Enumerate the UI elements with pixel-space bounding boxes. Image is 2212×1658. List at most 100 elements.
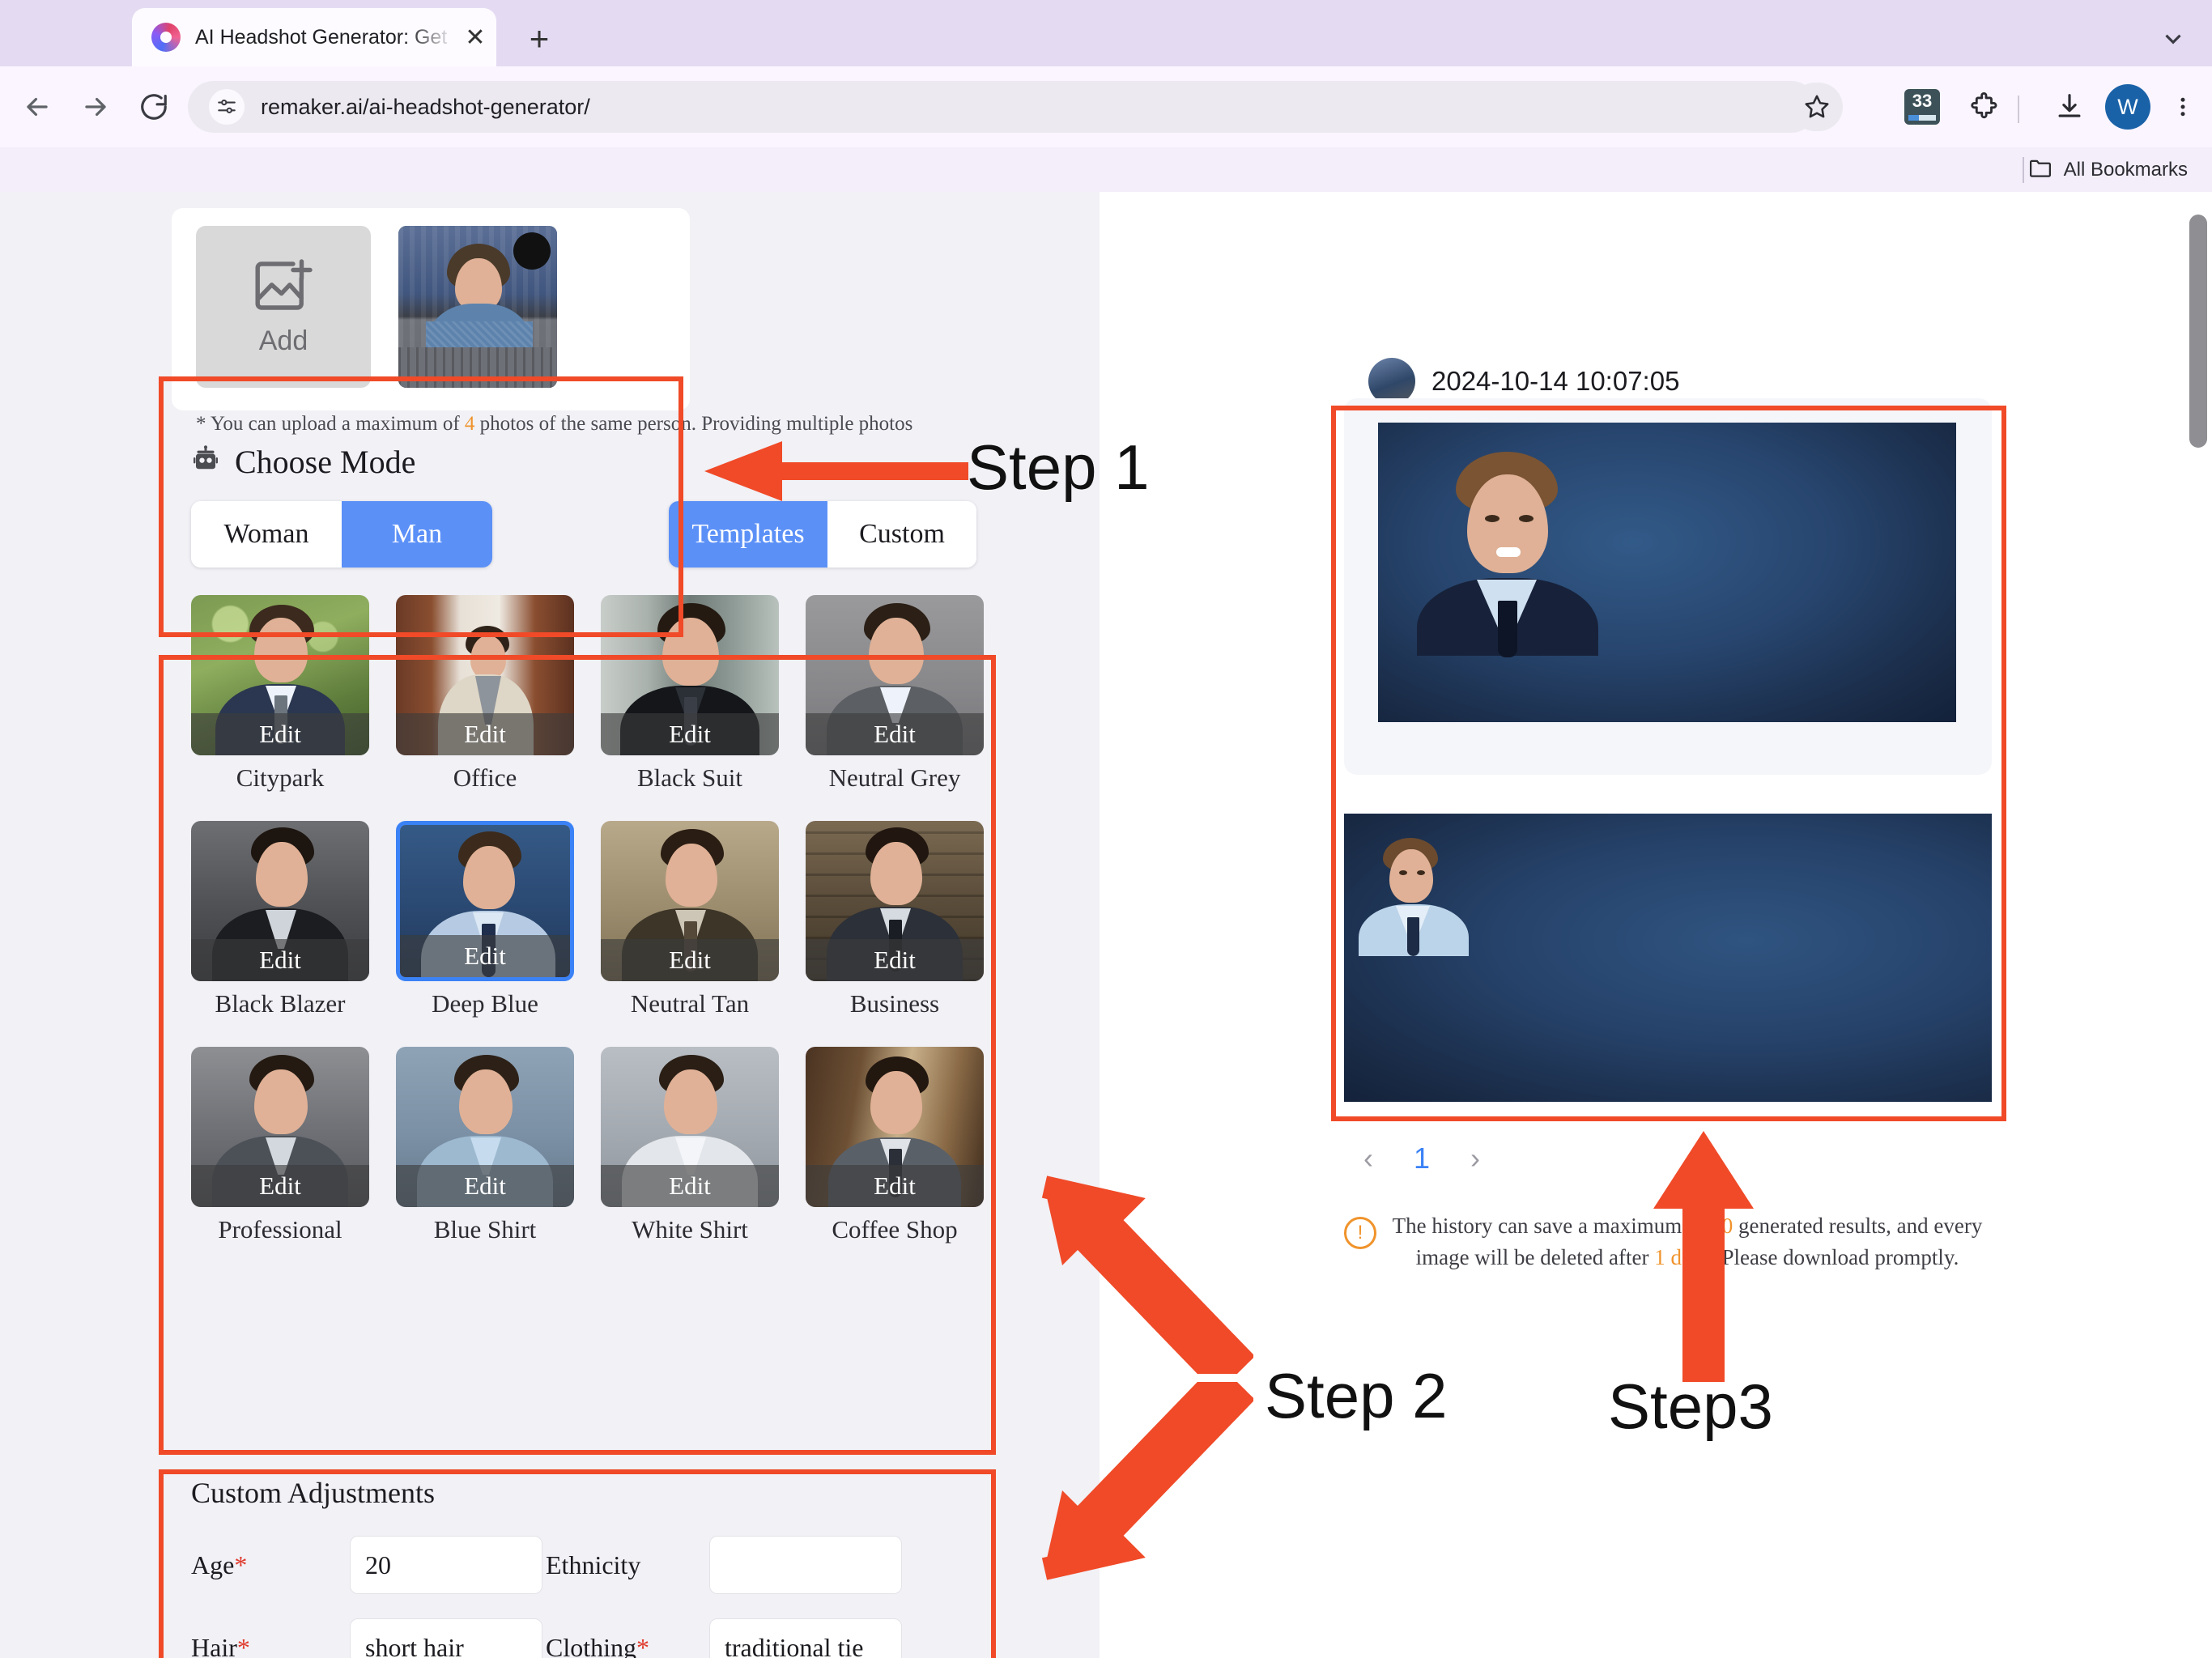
template-thumbnail[interactable]: Edit: [396, 1047, 574, 1207]
template-label: Coffee Shop: [832, 1215, 958, 1244]
history-retention-days: 1 days: [1654, 1245, 1711, 1270]
template-card[interactable]: Edit Coffee Shop: [806, 1047, 984, 1244]
result-image[interactable]: [1378, 423, 1956, 722]
template-label: Neutral Tan: [630, 989, 750, 1018]
template-edit-label[interactable]: Edit: [396, 713, 574, 755]
source-option-templates[interactable]: Templates: [669, 501, 827, 568]
template-thumbnail[interactable]: Edit: [191, 821, 369, 981]
template-card[interactable]: Edit Citypark: [191, 595, 369, 793]
browser-toolbar: remaker.ai/ai-headshot-generator/ 33 W: [0, 66, 2212, 147]
upload-note-max: 4: [464, 413, 475, 435]
forward-button[interactable]: [71, 83, 120, 131]
reload-button[interactable]: [130, 83, 178, 131]
source-option-custom[interactable]: Custom: [827, 501, 976, 568]
template-thumbnail[interactable]: Edit: [806, 821, 984, 981]
warning-icon: !: [1344, 1217, 1376, 1249]
results-section: Download: [1344, 398, 1992, 775]
template-edit-label[interactable]: Edit: [601, 1165, 779, 1207]
history-notice-text: The history can save a maximum of 80 gen…: [1392, 1214, 1983, 1270]
kebab-menu-icon[interactable]: [2160, 84, 2206, 130]
uploaded-photo-thumbnail[interactable]: close-icon: [398, 226, 557, 388]
template-card[interactable]: Edit Black Suit: [601, 595, 779, 793]
template-thumbnail[interactable]: Edit: [806, 1047, 984, 1207]
next-page-button[interactable]: ›: [1470, 1141, 1480, 1175]
template-card[interactable]: Edit Business: [806, 821, 984, 1018]
template-label: Neutral Grey: [828, 763, 961, 792]
hair-field[interactable]: short hair: [350, 1618, 542, 1658]
chevron-down-icon[interactable]: [2152, 18, 2194, 60]
required-mark: *: [234, 1550, 248, 1579]
template-edit-label[interactable]: Edit: [806, 939, 984, 981]
template-card[interactable]: Edit White Shirt: [601, 1047, 779, 1244]
age-label: Age*: [191, 1550, 248, 1579]
choose-mode-header: Choose Mode: [191, 443, 415, 481]
bookmarks-divider: [2023, 157, 2024, 183]
template-card[interactable]: Edit Deep Blue: [396, 821, 574, 1018]
page-scrollbar[interactable]: [2189, 215, 2207, 448]
template-thumbnail[interactable]: Edit: [191, 1047, 369, 1207]
upload-note-prefix: * You can upload a maximum of: [196, 413, 465, 435]
custom-adjustments-section: Custom Adjustments Age* 20 Ethnicity Hai…: [172, 1469, 996, 1658]
template-label: Black Suit: [636, 763, 743, 792]
star-icon[interactable]: [1791, 83, 1843, 131]
template-thumbnail[interactable]: Edit: [396, 595, 574, 755]
ethnicity-field[interactable]: [709, 1536, 902, 1594]
gender-segmented-control: Woman Man: [191, 501, 492, 568]
history-notice: ! The history can save a maximum of 80 g…: [1344, 1210, 1984, 1273]
avatar[interactable]: W: [2105, 84, 2150, 130]
gender-option-man[interactable]: Man: [342, 501, 492, 568]
template-card[interactable]: Edit Blue Shirt: [396, 1047, 574, 1244]
close-icon[interactable]: ✕: [454, 23, 496, 52]
annotation-label-step1: Step 1: [967, 432, 1150, 503]
template-thumbnail[interactable]: Edit: [601, 1047, 779, 1207]
choose-mode-title: Choose Mode: [235, 444, 416, 480]
address-bar[interactable]: remaker.ai/ai-headshot-generator/: [188, 81, 1817, 133]
template-thumbnail-selected[interactable]: Edit: [396, 821, 574, 981]
template-card[interactable]: Edit Neutral Grey: [806, 595, 984, 793]
template-thumbnail[interactable]: Edit: [601, 595, 779, 755]
template-label: White Shirt: [632, 1215, 748, 1244]
template-label: Office: [453, 763, 517, 792]
browser-tab[interactable]: AI Headshot Generator: Get p ✕: [132, 8, 496, 66]
history-thumbnails: [1344, 814, 1992, 1102]
template-edit-label[interactable]: Edit: [191, 713, 369, 755]
template-edit-label[interactable]: Edit: [601, 713, 779, 755]
template-thumbnail[interactable]: Edit: [191, 595, 369, 755]
robot-icon: [191, 445, 220, 478]
tune-icon[interactable]: [209, 89, 245, 125]
all-bookmarks-button[interactable]: All Bookmarks: [2028, 154, 2188, 186]
template-edit-label[interactable]: Edit: [400, 935, 570, 977]
remaker-logo-icon: [151, 23, 181, 52]
template-edit-label[interactable]: Edit: [191, 1165, 369, 1207]
download-icon[interactable]: [2047, 84, 2092, 130]
extension-badge-icon[interactable]: 33: [1899, 84, 1945, 130]
add-image-icon: [252, 257, 315, 319]
new-tab-button[interactable]: +: [518, 18, 560, 60]
prev-page-button[interactable]: ‹: [1363, 1141, 1373, 1175]
template-edit-label[interactable]: Edit: [191, 939, 369, 981]
folder-icon: [2028, 157, 2052, 184]
clothing-field[interactable]: traditional tie: [709, 1618, 902, 1658]
template-card[interactable]: Edit Professional: [191, 1047, 369, 1244]
puzzle-icon[interactable]: [1961, 84, 2006, 130]
template-card[interactable]: Edit Neutral Tan: [601, 821, 779, 1018]
toolbar-divider: [2018, 96, 2019, 123]
template-edit-label[interactable]: Edit: [396, 1165, 574, 1207]
template-card[interactable]: Edit Black Blazer: [191, 821, 369, 1018]
gender-option-woman[interactable]: Woman: [191, 501, 342, 568]
page-number[interactable]: 1: [1414, 1141, 1430, 1175]
template-edit-label[interactable]: Edit: [806, 1165, 984, 1207]
template-edit-label[interactable]: Edit: [601, 939, 779, 981]
add-photo-button[interactable]: Add: [196, 226, 371, 388]
result-item: Download: [1378, 423, 1956, 722]
template-thumbnail[interactable]: Edit: [601, 821, 779, 981]
template-thumbnail[interactable]: Edit: [806, 595, 984, 755]
back-button[interactable]: [13, 83, 62, 131]
close-icon[interactable]: close-icon: [513, 232, 551, 270]
age-field[interactable]: 20: [350, 1536, 542, 1594]
results-row: Download: [1378, 423, 1956, 722]
template-edit-label[interactable]: Edit: [806, 713, 984, 755]
history-thumbnail[interactable]: [1344, 814, 1992, 1102]
required-mark: *: [236, 1632, 250, 1658]
template-card[interactable]: Edit Office: [396, 595, 574, 793]
